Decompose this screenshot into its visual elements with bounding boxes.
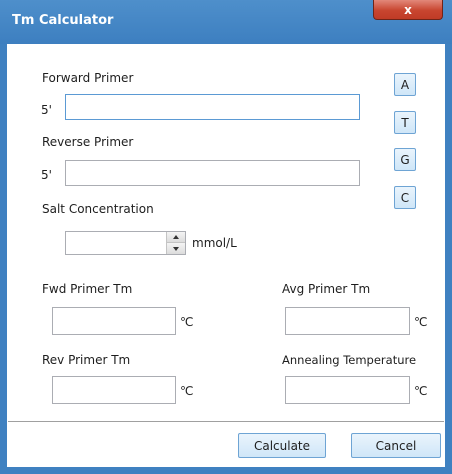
window-frame-right <box>445 44 452 474</box>
salt-unit-label: mmol/L <box>192 236 237 250</box>
reverse-primer-prefix: 5' <box>41 168 52 182</box>
rev-primer-tm-field[interactable] <box>52 376 176 404</box>
forward-primer-input[interactable] <box>65 94 360 120</box>
annealing-temperature-label: Annealing Temperature <box>282 353 417 367</box>
fwd-primer-tm-label: Fwd Primer Tm <box>42 282 133 296</box>
cancel-button[interactable]: Cancel <box>351 433 441 458</box>
base-g-button[interactable]: G <box>394 148 416 171</box>
salt-concentration-label: Salt Concentration <box>42 202 154 216</box>
close-icon: x <box>404 2 412 17</box>
fwd-primer-tm-unit: ℃ <box>180 315 194 329</box>
reverse-primer-input[interactable] <box>65 160 360 186</box>
base-t-button[interactable]: T <box>394 111 416 134</box>
window-frame-left <box>0 44 7 474</box>
salt-concentration-input[interactable] <box>66 232 164 254</box>
spin-up-button[interactable] <box>166 232 185 243</box>
window-title: Tm Calculator <box>12 13 114 28</box>
annealing-temperature-field[interactable] <box>285 376 410 404</box>
base-a-button[interactable]: A <box>394 73 416 96</box>
annealing-temperature-unit: ℃ <box>414 384 428 398</box>
chevron-down-icon <box>173 246 179 251</box>
calculate-button[interactable]: Calculate <box>238 433 326 458</box>
reverse-primer-label: Reverse Primer <box>42 135 134 149</box>
fwd-primer-tm-field[interactable] <box>52 307 176 335</box>
avg-primer-tm-field[interactable] <box>285 307 410 335</box>
title-bar[interactable]: Tm Calculator x <box>0 0 452 44</box>
base-c-button[interactable]: C <box>394 186 416 209</box>
salt-concentration-stepper[interactable] <box>65 231 186 255</box>
forward-primer-label: Forward Primer <box>42 71 134 85</box>
avg-primer-tm-label: Avg Primer Tm <box>282 282 371 296</box>
spin-down-button[interactable] <box>166 243 185 254</box>
tm-calculator-window: Tm Calculator x Forward Primer 5' Revers… <box>0 0 452 474</box>
rev-primer-tm-label: Rev Primer Tm <box>42 353 131 367</box>
chevron-up-icon <box>173 235 179 239</box>
footer-divider <box>8 421 444 422</box>
forward-primer-prefix: 5' <box>41 103 52 117</box>
rev-primer-tm-unit: ℃ <box>180 384 194 398</box>
close-button[interactable]: x <box>373 0 443 20</box>
window-frame-bottom <box>0 467 452 474</box>
avg-primer-tm-unit: ℃ <box>414 315 428 329</box>
